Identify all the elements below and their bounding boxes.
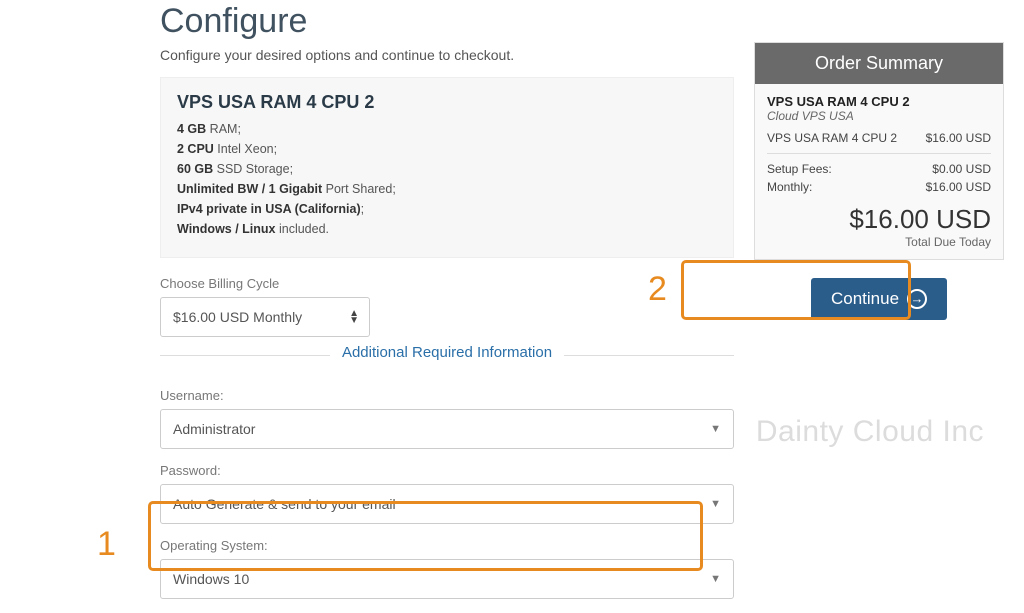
username-label: Username:: [160, 388, 734, 403]
chevron-down-icon: ▼: [710, 423, 721, 435]
continue-button[interactable]: Continue: [811, 278, 947, 320]
product-name: VPS USA RAM 4 CPU 2: [177, 92, 717, 113]
password-value: Auto Generate & send to your email: [173, 496, 396, 512]
additional-info-heading: Additional Required Information: [330, 344, 564, 361]
password-label: Password:: [160, 463, 734, 478]
os-value: Windows 10: [173, 571, 249, 587]
summary-total-label: Total Due Today: [767, 235, 991, 249]
product-summary-box: VPS USA RAM 4 CPU 2 4 GB RAM; 2 CPU Inte…: [160, 77, 734, 258]
continue-label: Continue: [831, 289, 899, 309]
password-select[interactable]: Auto Generate & send to your email ▼: [160, 484, 734, 524]
summary-product-title: VPS USA RAM 4 CPU 2: [767, 94, 991, 109]
chevron-down-icon: ▼: [710, 573, 721, 585]
summary-product-subtitle: Cloud VPS USA: [767, 109, 991, 123]
os-select[interactable]: Windows 10 ▼: [160, 559, 734, 599]
os-label: Operating System:: [160, 538, 734, 553]
billing-cycle-value: $16.00 USD Monthly: [173, 309, 302, 325]
arrow-right-circle-icon: [907, 289, 927, 309]
updown-icon: ▲▼: [349, 310, 359, 324]
username-select[interactable]: Administrator ▼: [160, 409, 734, 449]
page-title: Configure: [160, 2, 734, 41]
chevron-down-icon: ▼: [710, 498, 721, 510]
billing-cycle-select[interactable]: $16.00 USD Monthly ▲▼: [160, 297, 370, 337]
billing-cycle-label: Choose Billing Cycle: [160, 276, 734, 291]
page-subtitle: Configure your desired options and conti…: [160, 47, 734, 63]
order-summary-header: Order Summary: [755, 43, 1003, 84]
order-summary-card: Order Summary VPS USA RAM 4 CPU 2 Cloud …: [754, 42, 1004, 260]
username-value: Administrator: [173, 421, 255, 437]
summary-total-amount: $16.00 USD: [767, 204, 991, 235]
